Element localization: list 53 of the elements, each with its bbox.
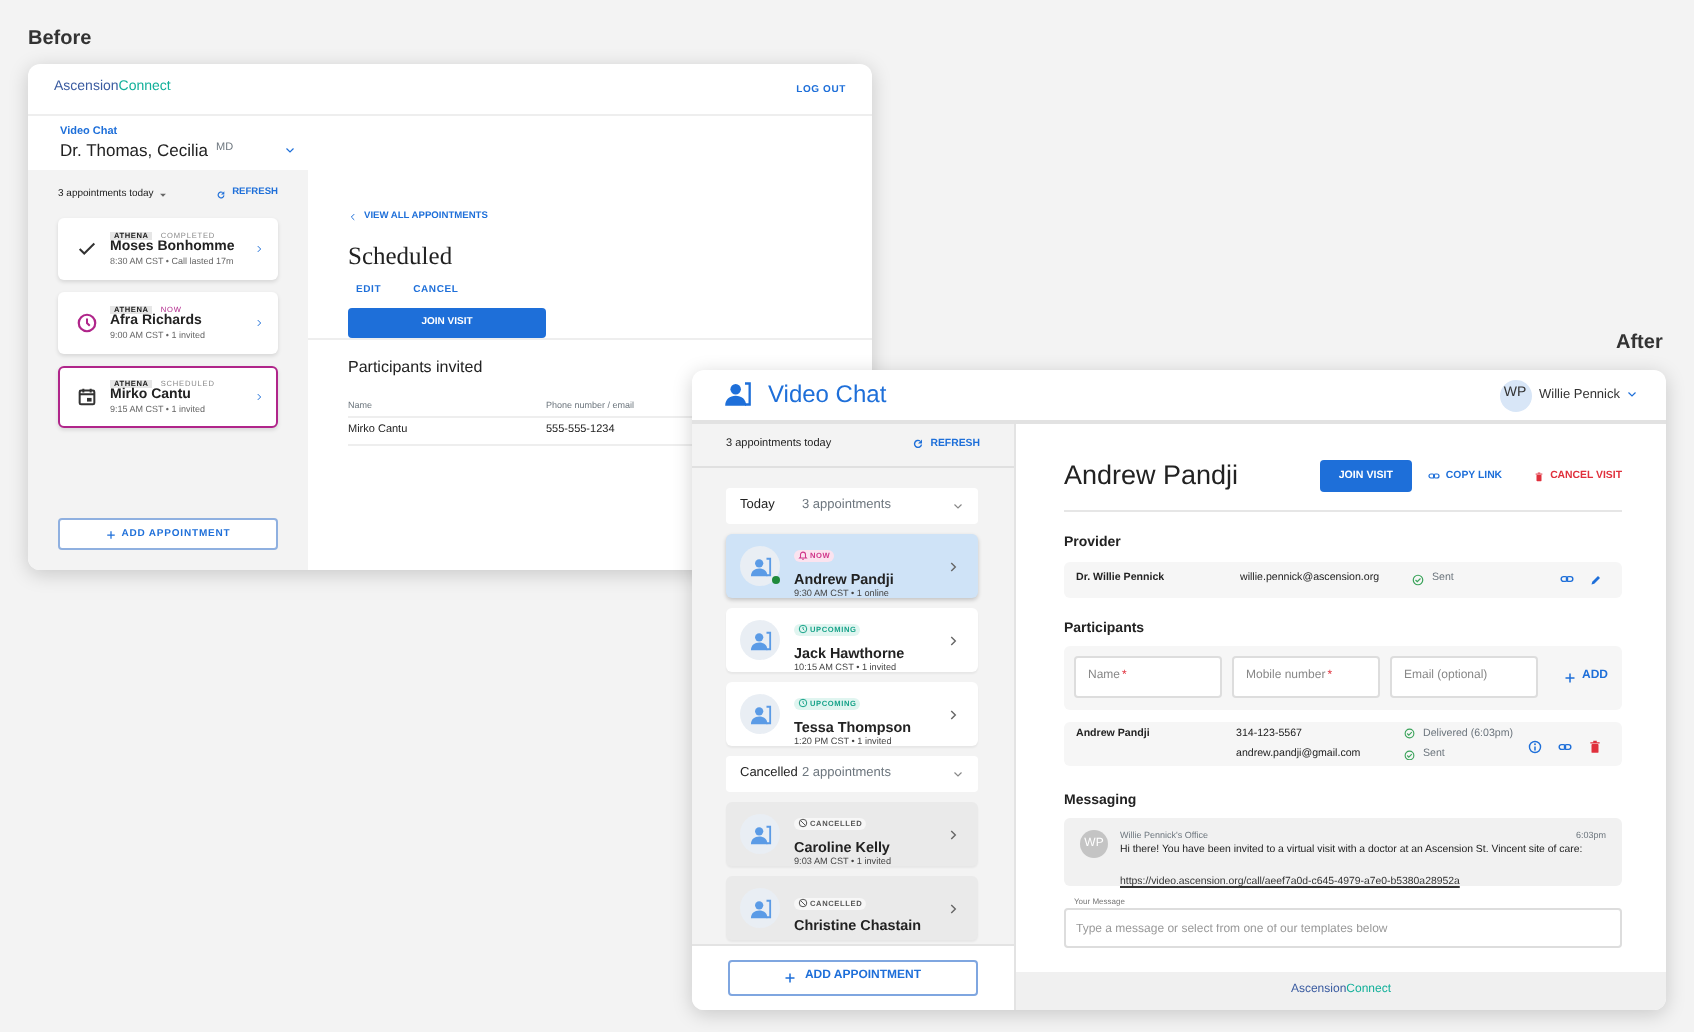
person-video-icon [749, 897, 771, 919]
chevron-left-icon [348, 212, 358, 222]
chevron-right-icon [946, 633, 960, 647]
info-icon [1528, 739, 1542, 754]
person-video-icon [749, 629, 771, 651]
refresh-icon [216, 189, 227, 199]
copy-link-button[interactable] [1558, 739, 1572, 754]
chevron-right-icon [946, 901, 960, 915]
person-video-icon [749, 703, 771, 725]
delete-button[interactable] [1588, 739, 1602, 754]
chevron-down-icon [1626, 388, 1638, 401]
chevron-right-icon [254, 392, 264, 402]
plus-icon [784, 972, 797, 984]
cancelled-icon [798, 818, 808, 829]
clock-icon [798, 698, 808, 709]
edit-button[interactable] [1590, 573, 1602, 586]
clock-icon [76, 312, 98, 334]
copy-link-button[interactable] [1560, 572, 1574, 587]
trash-icon [1588, 739, 1602, 754]
cancelled-icon [798, 898, 808, 909]
pencil-icon [1590, 573, 1602, 586]
doctor-name: Dr. Thomas, Cecilia [60, 139, 209, 160]
link-icon [1560, 572, 1574, 587]
video-chat-icon [724, 380, 752, 409]
bell-icon [798, 550, 808, 561]
chevron-right-icon [254, 244, 264, 254]
refresh-icon [912, 438, 925, 451]
plus-icon [105, 529, 116, 539]
chevron-down-icon [284, 143, 296, 156]
chevron-right-icon [946, 707, 960, 721]
link-icon [1558, 739, 1572, 754]
patient-title: Andrew Pandji [1064, 460, 1241, 493]
check-circle-icon [1404, 728, 1415, 740]
plus-icon [1564, 671, 1576, 684]
clock-icon [798, 624, 808, 635]
calendar-icon [76, 386, 98, 408]
page-title: Scheduled [348, 242, 455, 273]
section-label: After [1616, 332, 1663, 356]
trash-icon [1534, 471, 1545, 482]
chevron-right-icon [254, 318, 264, 328]
person-video-icon [749, 823, 771, 845]
link-icon [1427, 470, 1440, 483]
check-circle-icon [1404, 749, 1415, 761]
section-label: Before [28, 28, 92, 52]
info-button[interactable] [1528, 739, 1542, 754]
caret-icon [157, 189, 168, 199]
check-circle-icon [1412, 573, 1424, 586]
checkmark-icon [76, 238, 98, 260]
chevron-right-icon [946, 559, 960, 573]
section-title: Participants invited [348, 358, 485, 378]
app-title: Video Chat [768, 380, 887, 410]
person-video-icon [749, 555, 771, 577]
chevron-right-icon [946, 827, 960, 841]
